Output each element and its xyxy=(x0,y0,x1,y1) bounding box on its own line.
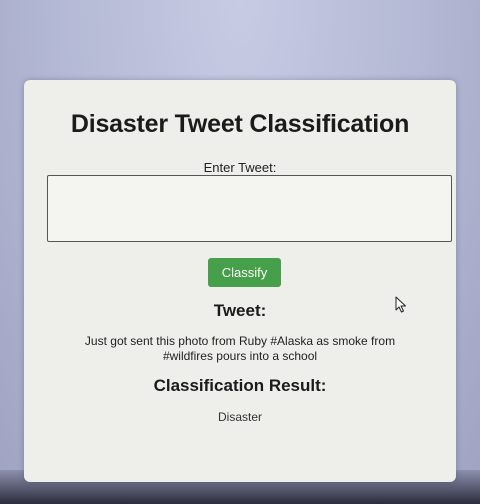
classification-card: Disaster Tweet Classification Enter Twee… xyxy=(24,80,456,482)
classification-result-heading: Classification Result: xyxy=(153,376,327,395)
tweet-text: Just got sent this photo from Ruby #Alas… xyxy=(84,334,396,363)
tweet-input-label: Enter Tweet: xyxy=(203,160,277,175)
page-title: Disaster Tweet Classification xyxy=(70,110,410,138)
classification-result-value: Disaster xyxy=(217,410,262,424)
mouse-pointer-icon xyxy=(395,296,406,313)
tweet-heading: Tweet: xyxy=(213,301,267,320)
classify-button[interactable]: Classify xyxy=(208,258,281,287)
tweet-input[interactable] xyxy=(47,175,452,242)
